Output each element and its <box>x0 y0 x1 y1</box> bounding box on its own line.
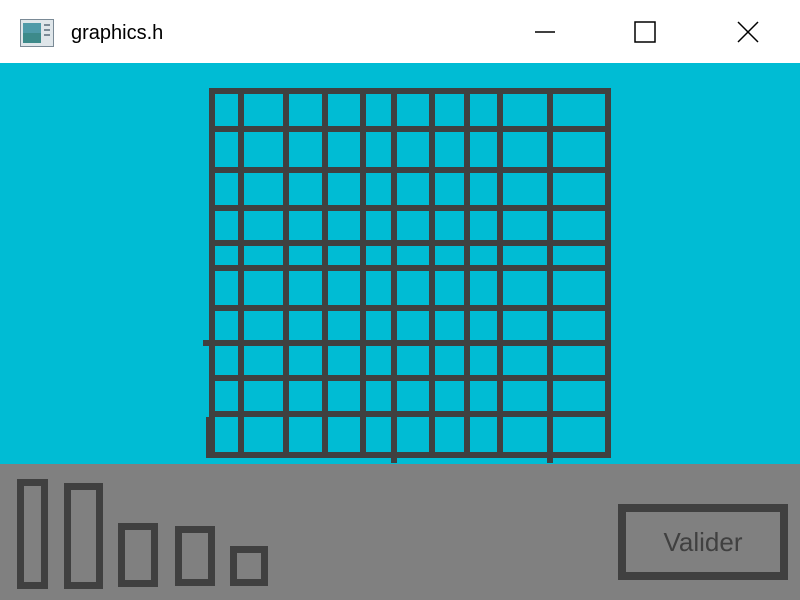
minimize-icon <box>535 30 555 33</box>
close-icon <box>737 20 759 43</box>
piece-option-5[interactable] <box>230 546 268 586</box>
piece-option-4[interactable] <box>175 526 215 586</box>
maximize-icon <box>634 20 656 43</box>
valider-button[interactable]: Valider <box>618 504 788 580</box>
close-button[interactable] <box>698 0 798 63</box>
piece-option-3[interactable] <box>118 523 158 587</box>
title-bar: graphics.h <box>0 0 800 63</box>
puzzle-grid[interactable] <box>0 63 800 464</box>
app-window-icon <box>20 19 54 47</box>
piece-option-2[interactable] <box>64 483 103 589</box>
game-canvas[interactable] <box>0 63 800 464</box>
window-title: graphics.h <box>71 22 164 44</box>
maximize-button[interactable] <box>595 0 695 63</box>
piece-toolbar: Valider <box>0 464 800 600</box>
minimize-button[interactable] <box>495 0 595 63</box>
piece-option-1[interactable] <box>17 479 48 589</box>
